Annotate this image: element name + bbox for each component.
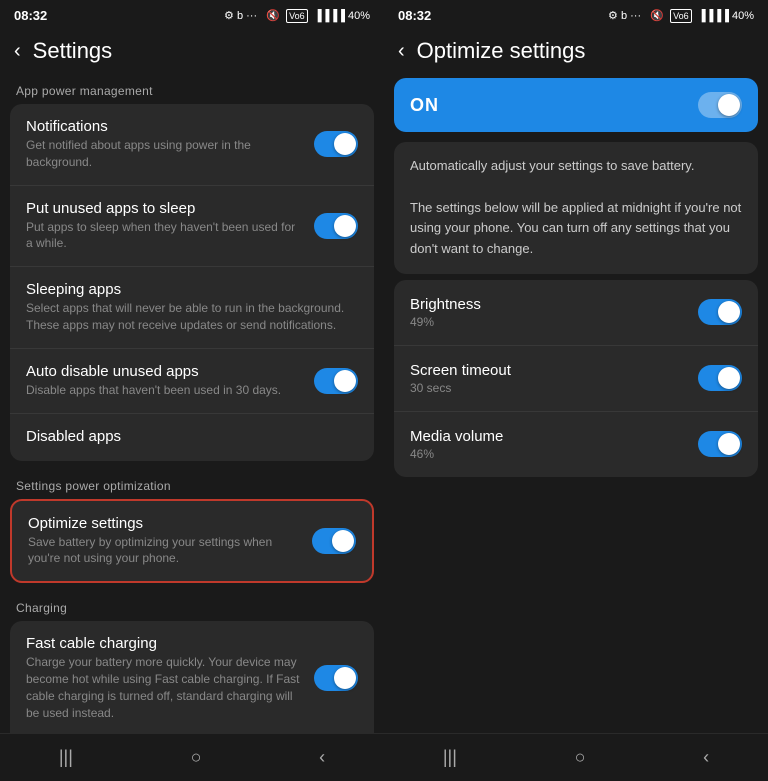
left-panel: 08:32 ⚙ b ··· 🔇 Vo6 ▐▐▐▐ 40% ‹ Settings …: [0, 0, 384, 781]
left-status-bar: 08:32 ⚙ b ··· 🔇 Vo6 ▐▐▐▐ 40%: [0, 0, 384, 28]
list-item[interactable]: Fast cable charging Charge your battery …: [10, 621, 374, 733]
brightness-text: Brightness 49%: [410, 296, 481, 329]
fast-cable-toggle[interactable]: [314, 665, 358, 691]
list-item[interactable]: Optimize settings Save battery by optimi…: [12, 501, 372, 582]
unused-apps-sleep-text: Put unused apps to sleep Put apps to sle…: [26, 200, 314, 253]
screen-timeout-sub: 30 secs: [410, 381, 511, 395]
left-icons-text: ⚙ b ··· 🔇 Vo6 ▐▐▐▐ 40%: [224, 9, 370, 22]
fast-cable-text: Fast cable charging Charge your battery …: [26, 635, 314, 721]
description-card: Automatically adjust your settings to sa…: [394, 142, 758, 274]
list-item[interactable]: Put unused apps to sleep Put apps to sle…: [10, 186, 374, 268]
left-status-icons: ⚙ b ··· 🔇 Vo6 ▐▐▐▐ 40%: [224, 9, 370, 22]
right-page-header: ‹ Optimize settings: [384, 28, 768, 72]
auto-disable-text: Auto disable unused apps Disable apps th…: [26, 363, 314, 399]
section-label-charging: Charging: [0, 589, 384, 621]
left-nav-bar: ||| ○ ‹: [0, 733, 384, 781]
right-nav-home-button[interactable]: ○: [575, 747, 586, 768]
nav-back-button[interactable]: ‹: [319, 747, 325, 768]
left-page-header: ‹ Settings: [0, 28, 384, 72]
list-item[interactable]: Sleeping apps Select apps that will neve…: [10, 267, 374, 349]
right-icons-text: ⚙ b ··· 🔇 Vo6 ▐▐▐▐ 40%: [608, 9, 754, 22]
screen-timeout-text: Screen timeout 30 secs: [410, 362, 511, 395]
media-volume-text: Media volume 46%: [410, 428, 503, 461]
auto-disable-toggle[interactable]: [314, 368, 358, 394]
disabled-apps-title: Disabled apps: [26, 428, 346, 445]
nav-home-button[interactable]: ○: [191, 747, 202, 768]
right-spacer: [384, 483, 768, 733]
optimize-settings-title: Optimize settings: [28, 515, 300, 532]
right-back-button[interactable]: ‹: [398, 40, 405, 63]
left-page-title: Settings: [33, 38, 113, 64]
fast-cable-desc: Charge your battery more quickly. Your d…: [26, 654, 302, 721]
notifications-desc: Get notified about apps using power in t…: [26, 137, 302, 171]
list-item[interactable]: Screen timeout 30 secs: [394, 346, 758, 412]
right-nav-back-button[interactable]: ‹: [703, 747, 709, 768]
optimize-items-card: Brightness 49% Screen timeout 30 secs Me…: [394, 280, 758, 477]
list-item[interactable]: Disabled apps: [10, 414, 374, 461]
disabled-apps-text: Disabled apps: [26, 428, 358, 447]
on-label: ON: [410, 95, 439, 116]
list-item[interactable]: Brightness 49%: [394, 280, 758, 346]
right-time: 08:32: [398, 8, 431, 23]
brightness-sub: 49%: [410, 315, 481, 329]
on-banner[interactable]: ON: [394, 78, 758, 132]
left-scroll-content: App power management Notifications Get n…: [0, 72, 384, 733]
notifications-text: Notifications Get notified about apps us…: [26, 118, 314, 171]
list-item[interactable]: Notifications Get notified about apps us…: [10, 104, 374, 186]
optimize-settings-toggle[interactable]: [312, 528, 356, 554]
fast-cable-title: Fast cable charging: [26, 635, 302, 652]
right-status-bar: 08:32 ⚙ b ··· 🔇 Vo6 ▐▐▐▐ 40%: [384, 0, 768, 28]
list-item[interactable]: Auto disable unused apps Disable apps th…: [10, 349, 374, 414]
brightness-title: Brightness: [410, 296, 481, 313]
optimize-settings-card: Optimize settings Save battery by optimi…: [10, 499, 374, 584]
section-label-power-opt: Settings power optimization: [0, 467, 384, 499]
media-volume-sub: 46%: [410, 447, 503, 461]
unused-apps-sleep-toggle[interactable]: [314, 213, 358, 239]
sleeping-apps-title: Sleeping apps: [26, 281, 346, 298]
auto-disable-title: Auto disable unused apps: [26, 363, 302, 380]
section-label-app-power: App power management: [0, 72, 384, 104]
optimize-settings-text: Optimize settings Save battery by optimi…: [28, 515, 312, 568]
left-time: 08:32: [14, 8, 47, 23]
media-volume-toggle[interactable]: [698, 431, 742, 457]
app-power-card: Notifications Get notified about apps us…: [10, 104, 374, 461]
auto-disable-desc: Disable apps that haven't been used in 3…: [26, 382, 302, 399]
sleeping-apps-desc: Select apps that will never be able to r…: [26, 300, 346, 334]
right-nav-recent-button[interactable]: |||: [443, 747, 457, 768]
list-item[interactable]: Media volume 46%: [394, 412, 758, 477]
description-text: Automatically adjust your settings to sa…: [410, 156, 742, 260]
notifications-toggle[interactable]: [314, 131, 358, 157]
screen-timeout-toggle[interactable]: [698, 365, 742, 391]
left-back-button[interactable]: ‹: [14, 40, 21, 63]
optimize-settings-desc: Save battery by optimizing your settings…: [28, 534, 300, 568]
right-status-icons: ⚙ b ··· 🔇 Vo6 ▐▐▐▐ 40%: [608, 9, 754, 22]
screen-timeout-title: Screen timeout: [410, 362, 511, 379]
sleeping-apps-text: Sleeping apps Select apps that will neve…: [26, 281, 358, 334]
on-toggle[interactable]: [698, 92, 742, 118]
right-page-title: Optimize settings: [417, 38, 586, 64]
unused-apps-sleep-title: Put unused apps to sleep: [26, 200, 302, 217]
charging-card: Fast cable charging Charge your battery …: [10, 621, 374, 733]
media-volume-title: Media volume: [410, 428, 503, 445]
brightness-toggle[interactable]: [698, 299, 742, 325]
right-nav-bar: ||| ○ ‹: [384, 733, 768, 781]
notifications-title: Notifications: [26, 118, 302, 135]
unused-apps-sleep-desc: Put apps to sleep when they haven't been…: [26, 219, 302, 253]
right-panel: 08:32 ⚙ b ··· 🔇 Vo6 ▐▐▐▐ 40% ‹ Optimize …: [384, 0, 768, 781]
nav-recent-button[interactable]: |||: [59, 747, 73, 768]
